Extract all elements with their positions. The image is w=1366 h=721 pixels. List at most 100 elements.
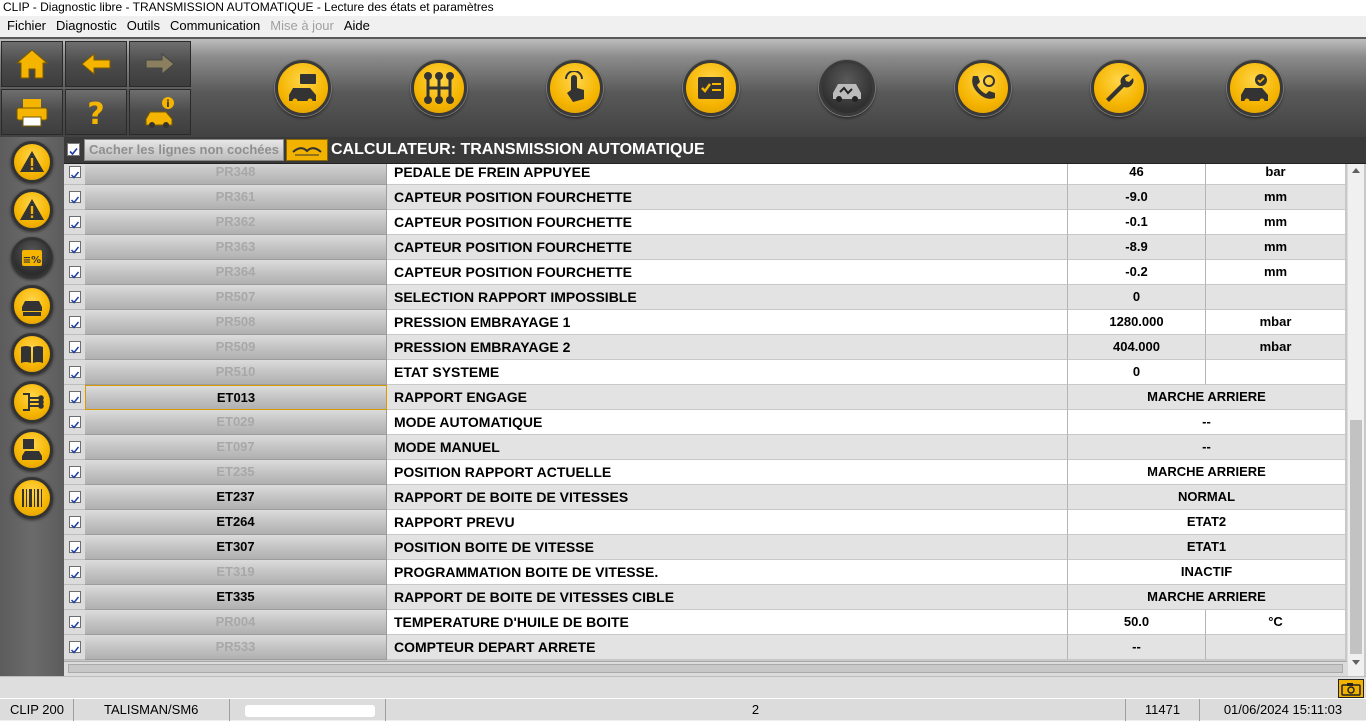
- row-checkbox[interactable]: [69, 241, 81, 254]
- wiring-button[interactable]: [11, 381, 53, 423]
- table-row[interactable]: ET029 MODE AUTOMATIQUE --: [64, 410, 1346, 435]
- print-button[interactable]: [1, 89, 63, 135]
- row-checkbox[interactable]: [69, 416, 81, 429]
- row-checkbox-cell[interactable]: [64, 460, 85, 485]
- table-row[interactable]: PR004 TEMPERATURE D'HUILE DE BOITE 50.0 °C: [64, 610, 1346, 635]
- screenshot-button[interactable]: [1338, 679, 1364, 698]
- row-code[interactable]: ET029: [85, 410, 387, 435]
- row-checkbox-cell[interactable]: [64, 185, 85, 210]
- row-code[interactable]: PR507: [85, 285, 387, 310]
- table-row[interactable]: PR508 PRESSION EMBRAYAGE 1 1280.000 mbar: [64, 310, 1346, 335]
- row-checkbox-cell[interactable]: [64, 164, 85, 185]
- horizontal-scrollbar[interactable]: [64, 661, 1347, 676]
- select-all-checkbox[interactable]: [67, 143, 80, 156]
- row-checkbox-cell[interactable]: [64, 235, 85, 260]
- wrench-button[interactable]: [1091, 60, 1147, 116]
- table-row[interactable]: ET235 POSITION RAPPORT ACTUELLE MARCHE ARR…: [64, 460, 1346, 485]
- row-code[interactable]: ET235: [85, 460, 387, 485]
- row-code[interactable]: PR509: [85, 335, 387, 360]
- row-code[interactable]: PR363: [85, 235, 387, 260]
- row-code[interactable]: PR510: [85, 360, 387, 385]
- row-checkbox-cell[interactable]: [64, 410, 85, 435]
- row-code[interactable]: ET097: [85, 435, 387, 460]
- table-row[interactable]: PR361 CAPTEUR POSITION FOURCHETTE -9.0 mm: [64, 185, 1346, 210]
- row-checkbox[interactable]: [69, 266, 81, 279]
- manual-button[interactable]: [11, 333, 53, 375]
- menu-aide[interactable]: Aide: [339, 16, 375, 37]
- row-code[interactable]: ET335: [85, 585, 387, 610]
- row-checkbox-cell[interactable]: [64, 435, 85, 460]
- table-row[interactable]: PR533 COMPTEUR DEPART ARRETE --: [64, 635, 1346, 660]
- menu-communication[interactable]: Communication: [165, 16, 265, 37]
- warning-alt-button[interactable]: [11, 189, 53, 231]
- row-checkbox[interactable]: [69, 391, 81, 404]
- vehicle-check-button[interactable]: [1227, 60, 1283, 116]
- table-row[interactable]: PR362 CAPTEUR POSITION FOURCHETTE -0.1 mm: [64, 210, 1346, 235]
- table-row[interactable]: PR348 PEDALE DE FREIN APPUYEE 46 bar: [64, 164, 1346, 185]
- vehicle-scan-button[interactable]: [819, 60, 875, 116]
- row-code[interactable]: PR348: [85, 164, 387, 185]
- scroll-down-icon[interactable]: [1352, 660, 1360, 665]
- row-code[interactable]: ET319: [85, 560, 387, 585]
- vertical-scrollbar[interactable]: [1347, 164, 1364, 676]
- row-code[interactable]: PR362: [85, 210, 387, 235]
- vehicle-bus-button[interactable]: [11, 285, 53, 327]
- row-checkbox[interactable]: [69, 641, 81, 654]
- menu-diagnostic[interactable]: Diagnostic: [51, 16, 122, 37]
- table-row[interactable]: ET307 POSITION BOITE DE VITESSE ETAT1: [64, 535, 1346, 560]
- vehicle-save-button[interactable]: [11, 429, 53, 471]
- row-checkbox[interactable]: [69, 341, 81, 354]
- parameters-button[interactable]: ≡%: [11, 237, 53, 279]
- table-row[interactable]: ET319 PROGRAMMATION BOITE DE VITESSE. INAC…: [64, 560, 1346, 585]
- row-checkbox-cell[interactable]: [64, 285, 85, 310]
- table-row[interactable]: PR364 CAPTEUR POSITION FOURCHETTE -0.2 mm: [64, 260, 1346, 285]
- table-row[interactable]: PR509 PRESSION EMBRAYAGE 2 404.000 mbar: [64, 335, 1346, 360]
- row-checkbox-cell[interactable]: [64, 560, 85, 585]
- row-checkbox-cell[interactable]: [64, 260, 85, 285]
- row-checkbox[interactable]: [69, 616, 81, 629]
- row-checkbox[interactable]: [69, 291, 81, 304]
- row-checkbox[interactable]: [69, 316, 81, 329]
- row-checkbox-cell[interactable]: [64, 485, 85, 510]
- checklist-button[interactable]: [683, 60, 739, 116]
- brand-logo-button[interactable]: [286, 139, 328, 161]
- touch-test-button[interactable]: [547, 60, 603, 116]
- phone-support-button[interactable]: [955, 60, 1011, 116]
- warning-button[interactable]: [11, 141, 53, 183]
- row-code[interactable]: ET013: [85, 385, 387, 410]
- home-button[interactable]: [1, 41, 63, 87]
- scroll-up-icon[interactable]: [1352, 168, 1360, 173]
- row-code[interactable]: PR364: [85, 260, 387, 285]
- row-checkbox-cell[interactable]: [64, 510, 85, 535]
- vehicle-info-button[interactable]: i: [129, 89, 191, 135]
- table-row[interactable]: ET097 MODE MANUEL --: [64, 435, 1346, 460]
- row-checkbox[interactable]: [69, 541, 81, 554]
- row-checkbox-cell[interactable]: [64, 335, 85, 360]
- table-row[interactable]: ET013 RAPPORT ENGAGE MARCHE ARRIERE: [64, 385, 1346, 410]
- forward-button[interactable]: [129, 41, 191, 87]
- row-checkbox[interactable]: [69, 441, 81, 454]
- row-checkbox[interactable]: [69, 516, 81, 529]
- row-code[interactable]: PR361: [85, 185, 387, 210]
- row-checkbox[interactable]: [69, 166, 81, 179]
- row-checkbox[interactable]: [69, 466, 81, 479]
- row-checkbox[interactable]: [69, 566, 81, 579]
- scroll-thumb[interactable]: [1350, 420, 1362, 654]
- row-checkbox-cell[interactable]: [64, 585, 85, 610]
- row-checkbox-cell[interactable]: [64, 535, 85, 560]
- row-code[interactable]: ET307: [85, 535, 387, 560]
- row-code[interactable]: ET264: [85, 510, 387, 535]
- vehicle-message-button[interactable]: [275, 60, 331, 116]
- row-checkbox-cell[interactable]: [64, 310, 85, 335]
- row-checkbox-cell[interactable]: [64, 360, 85, 385]
- row-code[interactable]: PR533: [85, 635, 387, 660]
- row-code[interactable]: PR508: [85, 310, 387, 335]
- row-code[interactable]: PR004: [85, 610, 387, 635]
- gearbox-button[interactable]: [411, 60, 467, 116]
- row-code[interactable]: ET237: [85, 485, 387, 510]
- menu-outils[interactable]: Outils: [122, 16, 165, 37]
- table-row[interactable]: ET335 RAPPORT DE BOITE DE VITESSES CIBLE M…: [64, 585, 1346, 610]
- table-row[interactable]: ET237 RAPPORT DE BOITE DE VITESSES NORMAL: [64, 485, 1346, 510]
- row-checkbox-cell[interactable]: [64, 635, 85, 660]
- row-checkbox[interactable]: [69, 591, 81, 604]
